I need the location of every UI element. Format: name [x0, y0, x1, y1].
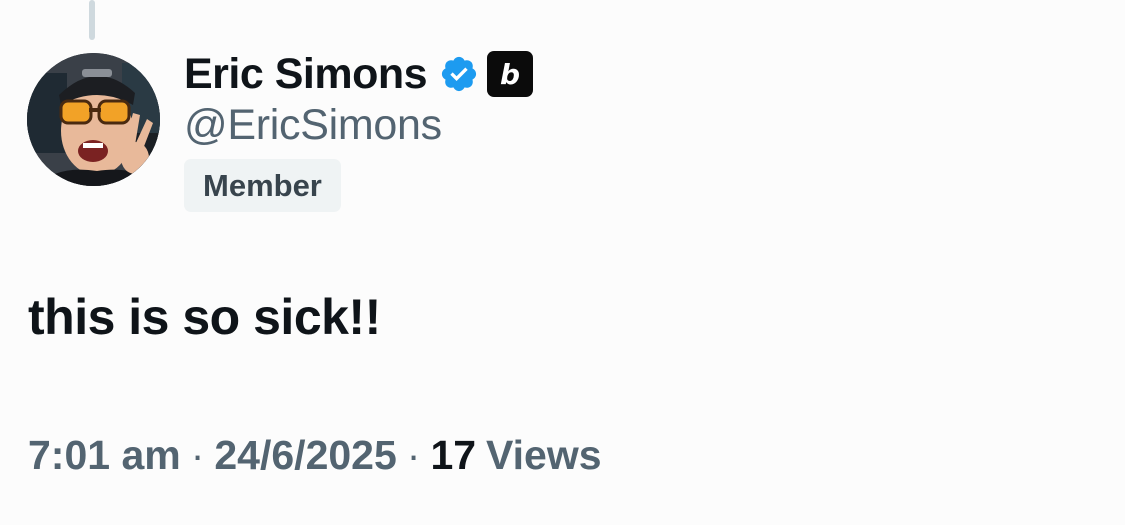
member-badge[interactable]: Member	[184, 159, 341, 212]
meta-separator: ·	[190, 432, 205, 478]
author-handle[interactable]: @EricSimons	[184, 101, 442, 150]
avatar[interactable]	[27, 53, 160, 186]
tweet-meta: 7:01 am · 24/6/2025 · 17 Views	[28, 432, 602, 479]
thread-connector-line	[89, 0, 95, 40]
views-count[interactable]: 17	[430, 432, 476, 479]
tweet-time[interactable]: 7:01 am	[28, 432, 181, 479]
tweet-text: this is so sick!!	[28, 289, 381, 345]
meta-separator: ·	[406, 432, 421, 478]
author-display-name[interactable]: Eric Simons	[184, 50, 428, 99]
views-label[interactable]: Views	[486, 432, 602, 479]
avatar-image	[27, 53, 160, 186]
tweet-date[interactable]: 24/6/2025	[214, 432, 396, 479]
author-name-row: Eric Simons b	[184, 46, 534, 102]
affiliate-badge-icon[interactable]: b	[487, 51, 534, 97]
verified-badge-icon[interactable]	[439, 54, 479, 94]
